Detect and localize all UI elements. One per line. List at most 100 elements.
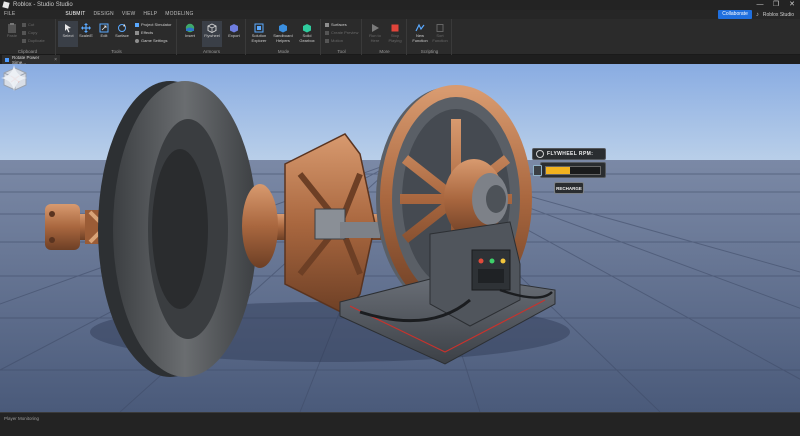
- game-settings-label: Game Settings: [141, 38, 168, 43]
- document-tab[interactable]: Rotate Power Sime... ×: [2, 54, 60, 65]
- close-button[interactable]: ✕: [784, 0, 800, 10]
- output-text: Player Monitoring: [4, 416, 40, 421]
- export-icon: [230, 24, 238, 33]
- document-tab-title: Rotate Power Sime...: [11, 54, 40, 65]
- solution-explorer-button[interactable]: Solution Explorer: [249, 21, 269, 47]
- move-tool-label: Scale/E: [79, 33, 93, 38]
- account-button[interactable]: Roblox Studio: [763, 12, 794, 18]
- move-tool-button[interactable]: Scale/E: [76, 21, 96, 47]
- run-to-here-button[interactable]: Run to Here: [365, 21, 385, 47]
- surfaces-icon: [325, 22, 329, 27]
- place-icon: [5, 57, 9, 62]
- surfaces-label: Surfaces: [331, 22, 347, 27]
- output-bar: Player Monitoring: [0, 412, 800, 436]
- document-tab-bar: Rotate Power Sime... ×: [0, 54, 800, 65]
- select-tool-button[interactable]: Select: [58, 21, 78, 47]
- maximize-button[interactable]: ❐: [768, 0, 784, 10]
- preview-icon: [325, 30, 329, 35]
- script-icon: [415, 23, 425, 32]
- copy-label: Copy: [28, 30, 38, 35]
- menu-modeling[interactable]: MODELING: [161, 10, 197, 19]
- rotate-icon: [118, 24, 126, 32]
- tools-group: Select Scale/E Edit Surface Project Simu…: [57, 19, 177, 55]
- create-preview-button[interactable]: Create Preview: [325, 29, 358, 36]
- terrain-icon: [185, 23, 195, 33]
- gauge-icon: [536, 150, 544, 158]
- sandboard-button[interactable]: Sandboard Helpers: [273, 21, 293, 47]
- meter-side-button[interactable]: [533, 165, 542, 176]
- gearbox-icon: [303, 24, 311, 33]
- move-icon: [81, 23, 91, 33]
- effects-icon: [135, 30, 139, 35]
- flywheel-part-label: Flywheel: [204, 33, 220, 38]
- run-to-here-label: Run to Here: [369, 33, 381, 43]
- copy-icon: [22, 30, 26, 35]
- stop-icon: [391, 24, 399, 32]
- close-tab-button[interactable]: ×: [54, 57, 57, 63]
- ribbon-toolbar: Paste Cut Copy Duplicate Clipboard Selec…: [0, 19, 800, 55]
- collaborate-button[interactable]: Collaborate: [718, 10, 752, 19]
- tool-group: Surfaces Create Preview Motion Tool: [322, 19, 362, 55]
- export-label: Export: [228, 33, 240, 38]
- stop-playing-button[interactable]: Stop Playing: [385, 21, 405, 47]
- copy-button[interactable]: Copy: [22, 29, 37, 36]
- paste-icon: [8, 23, 16, 33]
- window-title: Roblox - Studio Studio: [13, 2, 73, 8]
- rotate-tool-button[interactable]: Surface: [112, 21, 132, 47]
- create-preview-label: Create Preview: [331, 30, 359, 35]
- cut-button[interactable]: Cut: [22, 21, 34, 28]
- scale-tool-button[interactable]: Edit: [94, 21, 114, 47]
- run-group: Run to Here Stop Playing More: [363, 19, 407, 55]
- stop-playing-label: Stop Playing: [388, 33, 402, 43]
- surfaces-button[interactable]: Surfaces: [325, 21, 347, 28]
- gear-icon: [135, 38, 139, 43]
- notification-icon[interactable]: ♪: [756, 12, 759, 18]
- project-simulator-label: Project Simulator: [141, 22, 172, 27]
- rotate-tool-label: Surface: [115, 33, 129, 38]
- insert-group: Insert Flywheel Export Armours: [178, 19, 246, 55]
- window-controls: — ❐ ✕: [752, 0, 800, 10]
- duplicate-button[interactable]: Duplicate: [22, 37, 45, 44]
- sparkle-icon: [1, 65, 27, 91]
- scale-icon: [99, 23, 109, 33]
- menu-view[interactable]: VIEW: [118, 10, 140, 19]
- recharge-button[interactable]: RECHARGE: [554, 182, 584, 194]
- tire-hub: [242, 184, 278, 268]
- viewport-3d[interactable]: FLYWHEEL RPM: RECHARGE: [0, 64, 800, 412]
- solid-gearbox-button[interactable]: Solid Gearbox: [297, 21, 317, 47]
- minimize-button[interactable]: —: [752, 0, 768, 10]
- paste-label: Paste: [6, 33, 18, 38]
- paste-button[interactable]: Paste: [2, 21, 22, 47]
- flywheel-rpm-panel: FLYWHEEL RPM: RECHARGE: [532, 148, 606, 202]
- menu-design[interactable]: DESIGN: [89, 10, 117, 19]
- app-logo-icon: [2, 1, 10, 9]
- effects-label: Effects: [141, 30, 154, 35]
- insert-terrain-label: Insert: [184, 33, 195, 38]
- simulator-icon: [135, 22, 139, 27]
- rpm-title: FLYWHEEL RPM:: [547, 151, 594, 157]
- solution-explorer-label: Solution Explorer: [251, 33, 267, 43]
- sandboard-label: Sandboard Helpers: [273, 33, 293, 43]
- scale-tool-label: Edit: [100, 33, 108, 38]
- title-bar: Roblox - Studio Studio — ❐ ✕: [0, 0, 800, 10]
- insert-terrain-button[interactable]: Insert: [180, 21, 200, 47]
- export-button[interactable]: Export: [224, 21, 244, 47]
- new-function-button[interactable]: New Function: [410, 21, 430, 47]
- sort-function-button[interactable]: Sort Function: [430, 21, 450, 47]
- motion-icon: [325, 38, 329, 43]
- rpm-meter-track: [545, 166, 601, 175]
- project-simulator-button[interactable]: Project Simulator: [135, 21, 171, 28]
- motion-button[interactable]: Motion: [325, 37, 343, 44]
- sort-icon: [436, 24, 444, 32]
- part-icon: [207, 23, 217, 33]
- motion-label: Motion: [331, 38, 344, 43]
- menu-help[interactable]: HELP: [139, 10, 161, 19]
- flywheel-tire: [98, 81, 257, 377]
- menu-file[interactable]: FILE: [0, 10, 19, 19]
- scripting-group: New Function Sort Function Scripting: [408, 19, 452, 55]
- new-function-label: New Function: [412, 33, 428, 43]
- game-settings-button[interactable]: Game Settings: [135, 37, 167, 44]
- flywheel-part-button[interactable]: Flywheel: [202, 21, 222, 47]
- effects-button[interactable]: Effects: [135, 29, 153, 36]
- menu-submit[interactable]: SUBMIT: [61, 10, 90, 20]
